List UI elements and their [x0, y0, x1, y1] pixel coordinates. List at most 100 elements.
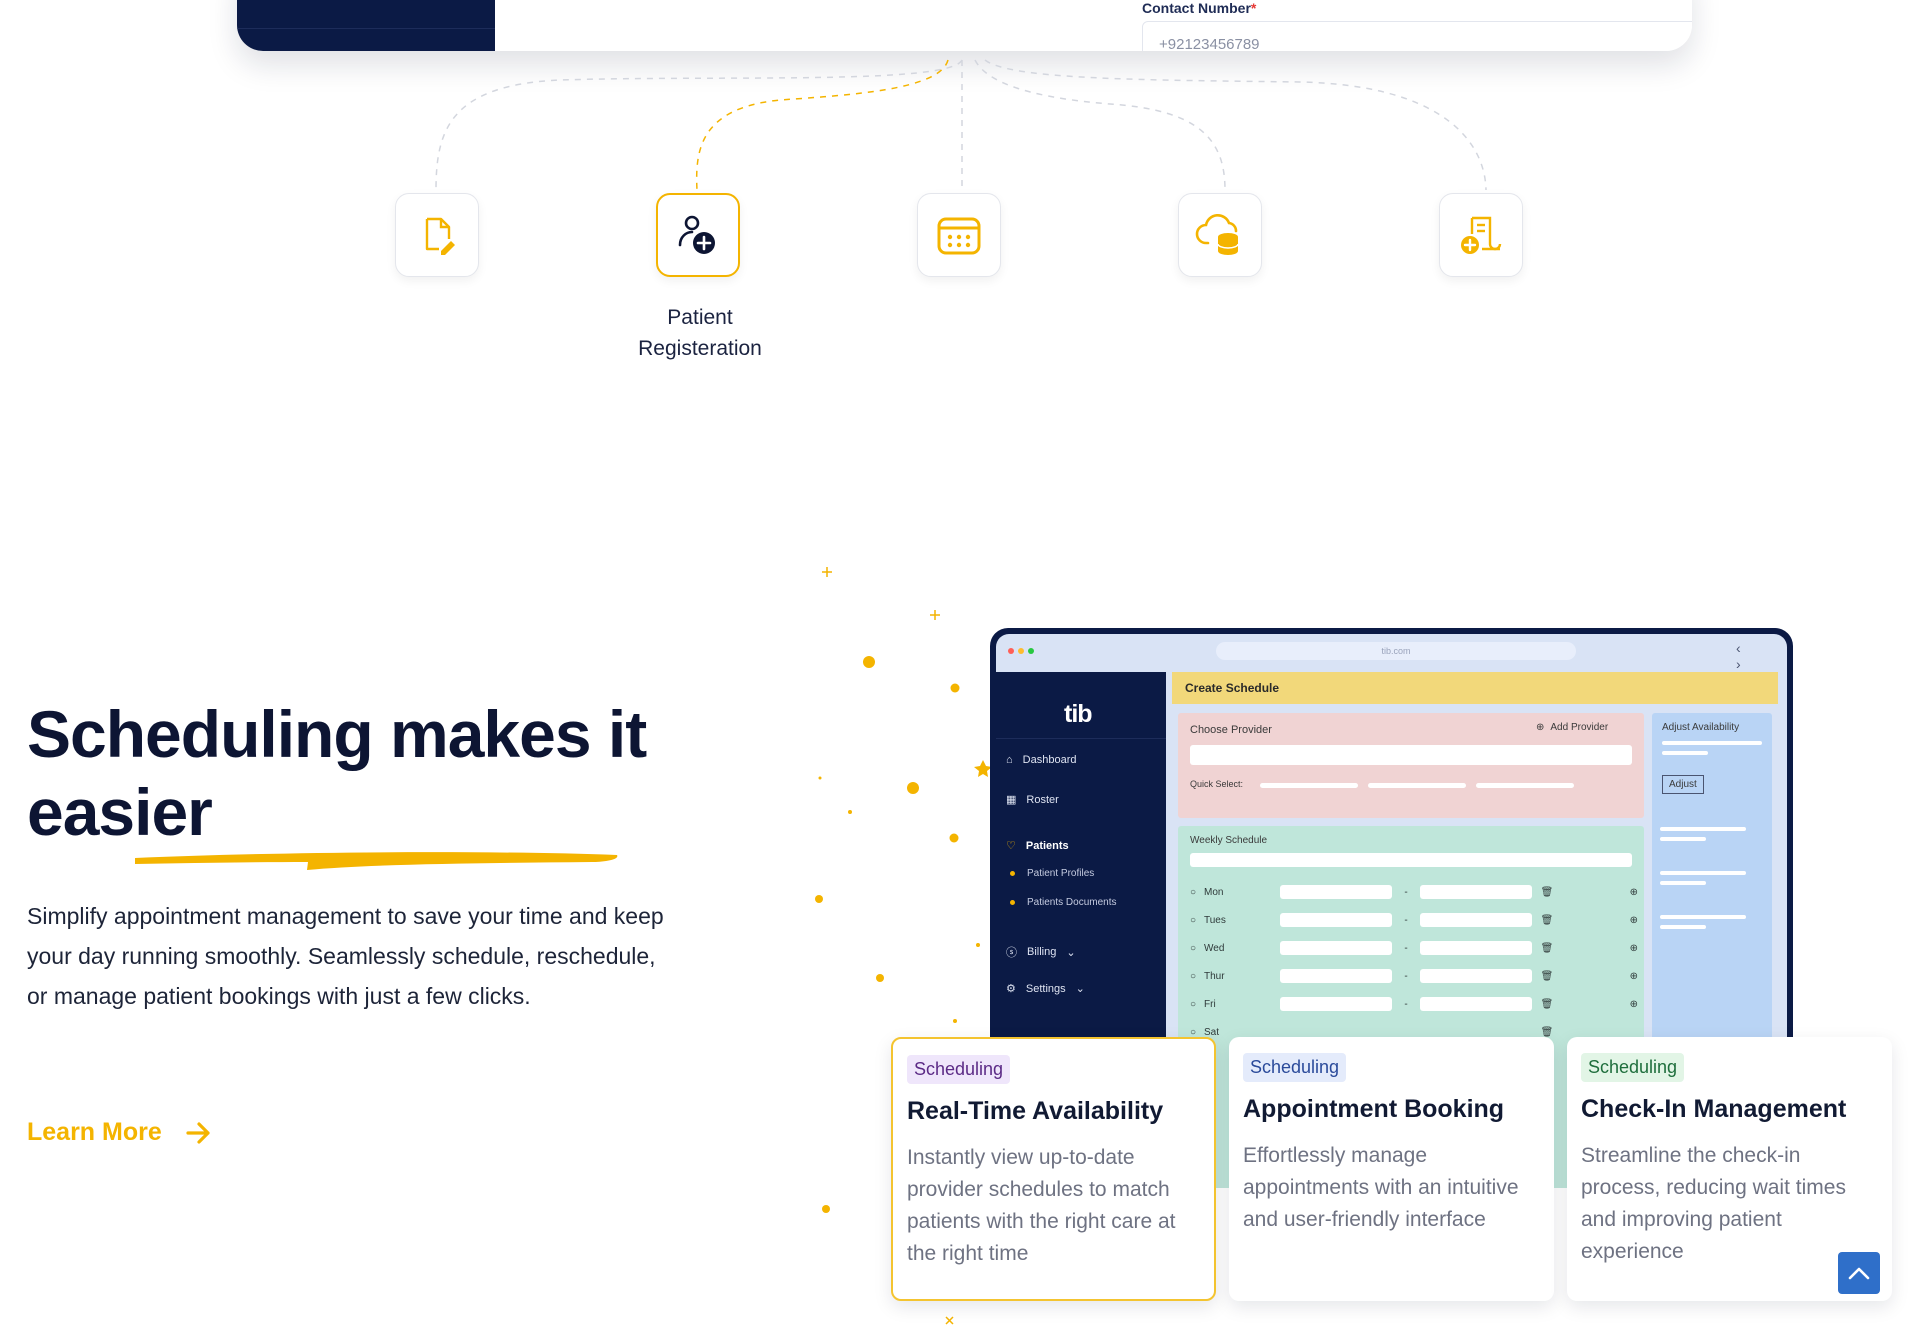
scroll-to-top-button[interactable] [1838, 1252, 1880, 1294]
adjust-availability-label: Adjust Availability [1662, 722, 1740, 733]
calendar-icon [937, 217, 981, 255]
process-step-cloud-records[interactable] [1178, 193, 1262, 277]
create-schedule-header: Create Schedule [1172, 672, 1778, 704]
sidebar-subitem-patient-profiles: Patient Profiles [1010, 868, 1094, 879]
sidebar-item-label: Dashboard [1022, 754, 1077, 766]
placeholder-line [1662, 741, 1762, 745]
sidebar-item-label: Patients [1025, 839, 1069, 852]
sidebar-subitem-patients-documents: Patients Documents [1010, 897, 1117, 908]
sidebar-item-label: Roster [1026, 793, 1059, 806]
sidebar-item-label: Patients Documents [1027, 897, 1117, 908]
chevron-up-icon [1848, 1267, 1870, 1280]
day-row-thur: ○ Thur - 🗑 ⊕ [1190, 969, 1638, 983]
trash-icon: 🗑 [1540, 998, 1554, 1010]
divider [996, 738, 1166, 739]
window-minimize-dot [1018, 648, 1024, 654]
placeholder-line [1660, 837, 1706, 841]
card-description: Streamline the check-in process, reducin… [1581, 1144, 1846, 1263]
headline-underline [135, 852, 618, 870]
calendar-icon: ▦ [1006, 794, 1017, 806]
process-step-scheduling[interactable] [917, 193, 1001, 277]
learn-more-label: Learn More [27, 1118, 162, 1146]
plus-circle-icon: ⊕ [1629, 942, 1638, 954]
placeholder-line [1660, 827, 1746, 831]
process-step-documents[interactable] [395, 193, 479, 277]
trash-icon: 🗑 [1540, 886, 1554, 898]
day-label: Sat [1204, 1026, 1220, 1038]
day-row-tues: ○ Tues - 🗑 ⊕ [1190, 913, 1638, 927]
app-logo: tib [1064, 700, 1093, 728]
day-row-mon: ○ Mon - 🗑 ⊕ [1190, 885, 1638, 899]
add-provider-button: ⊕ Add Provider [1536, 722, 1608, 733]
card-description: Effortlessly manage appointments with an… [1243, 1144, 1519, 1231]
placeholder-line [1660, 881, 1706, 885]
adjust-button: Adjust [1662, 775, 1704, 794]
chevron-down-icon: ⌄ [1066, 946, 1076, 959]
process-step-patient-registration[interactable] [656, 193, 740, 277]
sidebar-item-settings: ⚙ Settings ⌄ [1006, 982, 1085, 996]
sidebar-item-label: Billing [1027, 946, 1057, 958]
user-add-icon [678, 215, 715, 254]
placeholder-line [1660, 925, 1706, 929]
quick-select-option [1368, 783, 1466, 788]
window-close-dot [1008, 648, 1014, 654]
plus-circle-icon: ⊕ [1536, 722, 1545, 733]
choose-provider-label: Choose Provider [1190, 724, 1272, 736]
trash-icon: 🗑 [1540, 942, 1554, 954]
gear-icon: ⚙ [1006, 983, 1016, 995]
placeholder-line [1660, 871, 1746, 875]
sidebar-item-label: Patient Profiles [1027, 868, 1095, 879]
feature-card-appointment-booking[interactable]: Scheduling Appointment Booking Effortles… [1229, 1037, 1554, 1301]
url-bar: tib.com [1216, 642, 1576, 660]
plus-circle-icon: ⊕ [1629, 970, 1638, 982]
provider-select [1190, 745, 1632, 765]
card-tag: Scheduling [1243, 1053, 1347, 1082]
quick-select-option [1476, 783, 1574, 788]
day-label: Wed [1204, 942, 1225, 954]
learn-more-link[interactable]: Learn More [27, 1118, 212, 1147]
trash-icon: 🗑 [1540, 914, 1554, 926]
card-title: Check-In Management [1581, 1095, 1847, 1123]
plus-circle-icon: ⊕ [1629, 998, 1638, 1010]
bullet-icon [1010, 871, 1015, 876]
week-selector [1190, 853, 1632, 867]
cloud-database-icon [1195, 213, 1239, 255]
day-row-fri: ○ Fri - 🗑 ⊕ [1190, 997, 1638, 1011]
browser-nav: ‹ › [1736, 640, 1755, 672]
section-description: Simplify appointment management to save … [27, 903, 664, 1009]
day-label: Tues [1204, 914, 1226, 926]
window-maximize-dot [1028, 648, 1034, 654]
dollar-icon: ⓢ [1006, 947, 1017, 959]
card-title: Appointment Booking [1243, 1095, 1505, 1123]
day-rows: ○ Mon - 🗑 ⊕ ○ Tues - 🗑 ⊕ ○ Wed - 🗑 ⊕ ○ T… [1190, 878, 1638, 1046]
chevron-down-icon: ⌄ [1075, 983, 1085, 995]
page-title: Scheduling makes it easier [27, 697, 647, 849]
choose-provider-panel: Choose Provider ⊕ Add Provider Quick Sele… [1178, 713, 1644, 818]
document-pen-icon [425, 217, 455, 255]
heart-icon: ♡ [1006, 840, 1016, 852]
sidebar-item-patients: ♡ Patients [1006, 839, 1069, 853]
process-step-label: Patient Registeration [638, 306, 762, 360]
sidebar-item-billing: ⓢ Billing ⌄ [1006, 944, 1076, 960]
day-row-wed: ○ Wed - 🗑 ⊕ [1190, 941, 1638, 955]
bullet-icon [1010, 900, 1015, 905]
day-label: Fri [1204, 998, 1216, 1010]
sidebar-item-label: Settings [1025, 982, 1066, 995]
trash-icon: 🗑 [1540, 970, 1554, 982]
plus-circle-icon: ⊕ [1629, 914, 1638, 926]
home-icon: ⌂ [1006, 754, 1013, 766]
invoice-add-icon [1461, 216, 1502, 254]
sidebar-item-dashboard: ⌂ Dashboard [1006, 754, 1076, 766]
process-step-billing[interactable] [1439, 193, 1523, 277]
feature-card-real-time-availability[interactable]: Scheduling Real-Time Availability Instan… [891, 1037, 1216, 1301]
placeholder-line [1662, 751, 1708, 755]
weekly-schedule-label: Weekly Schedule [1190, 835, 1268, 846]
day-label: Mon [1204, 886, 1224, 898]
quick-select-option [1260, 783, 1358, 788]
card-title: Real-Time Availability [907, 1097, 1164, 1125]
trash-icon: 🗑 [1540, 1026, 1554, 1038]
card-description: Instantly view up-to-date provider sched… [907, 1146, 1176, 1265]
add-provider-label: Add Provider [1550, 722, 1609, 733]
card-tag: Scheduling [907, 1055, 1011, 1084]
plus-circle-icon: ⊕ [1629, 886, 1638, 898]
